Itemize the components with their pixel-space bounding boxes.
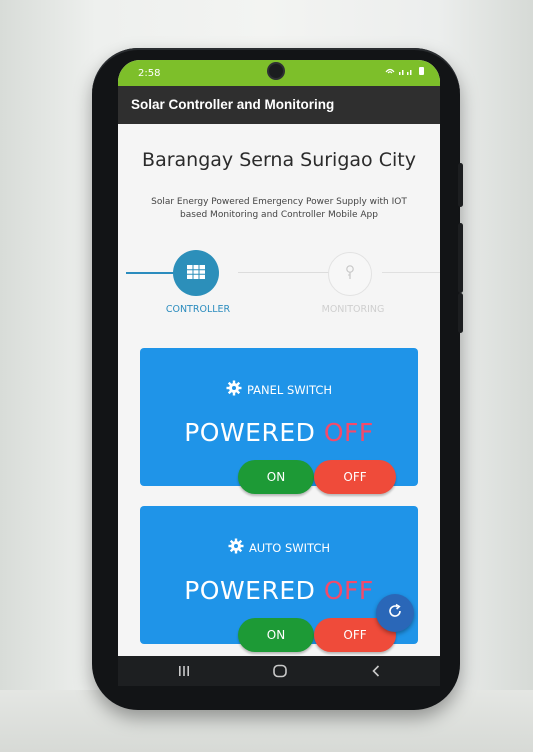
refresh-button[interactable] xyxy=(376,594,414,632)
status-prefix: POWERED xyxy=(184,576,316,605)
auto-switch-status: POWERED OFF xyxy=(140,576,418,605)
power-button xyxy=(458,163,463,207)
bixby-button xyxy=(458,293,463,333)
status-bar: 2:58 xyxy=(118,60,440,86)
status-value: OFF xyxy=(323,576,374,605)
panel-off-button[interactable]: OFF xyxy=(314,460,396,494)
front-camera xyxy=(269,64,283,78)
auto-switch-title: AUTO SWITCH xyxy=(248,540,331,555)
volume-button xyxy=(458,223,463,293)
app-title: Solar Controller and Monitoring xyxy=(131,97,335,112)
system-nav-bar xyxy=(118,656,440,686)
refresh-icon xyxy=(387,603,403,623)
auto-switch-card: AUTO SWITCH POWERED OFF ON OFF xyxy=(140,506,418,652)
grid-icon xyxy=(187,264,205,283)
auto-on-button[interactable]: ON xyxy=(238,618,314,652)
panel-switch-card: PANEL SWITCH POWERED OFF ON OFF xyxy=(140,348,418,494)
back-icon[interactable] xyxy=(362,660,390,682)
recents-icon[interactable] xyxy=(170,660,198,682)
step-monitoring-label[interactable]: MONITORING xyxy=(308,304,398,315)
status-prefix: POWERED xyxy=(184,418,316,447)
step-monitoring-button[interactable] xyxy=(328,252,372,296)
panel-switch-title: PANEL SWITCH xyxy=(246,382,333,397)
gear-icon xyxy=(228,538,244,557)
app-bar: Solar Controller and Monitoring xyxy=(118,86,440,124)
panel-on-button[interactable]: ON xyxy=(238,460,314,494)
phone-screen: 2:58 Solar Controller and Monitoring Bar… xyxy=(118,60,440,656)
panel-switch-status: POWERED OFF xyxy=(140,418,418,447)
home-icon[interactable] xyxy=(266,660,294,682)
gear-icon xyxy=(226,380,242,399)
step-controller-label[interactable]: CONTROLLER xyxy=(158,304,238,315)
step-line-trailing xyxy=(382,272,440,273)
step-controller-button[interactable] xyxy=(173,250,219,296)
card-header: PANEL SWITCH xyxy=(140,380,418,399)
card-header: AUTO SWITCH xyxy=(140,538,418,557)
step-line-connector xyxy=(238,272,330,273)
page-title: Barangay Serna Surigao City xyxy=(142,149,416,171)
page-subtitle: Solar Energy Powered Emergency Power Sup… xyxy=(151,197,407,220)
status-value: OFF xyxy=(323,418,374,447)
main-content[interactable]: Barangay Serna Surigao City Solar Energy… xyxy=(118,124,440,656)
stepper: CONTROLLER MONITORING xyxy=(118,250,440,330)
status-time: 2:58 xyxy=(138,68,161,79)
signal-wifi-battery-icon xyxy=(384,66,428,79)
antenna-icon xyxy=(344,264,356,284)
